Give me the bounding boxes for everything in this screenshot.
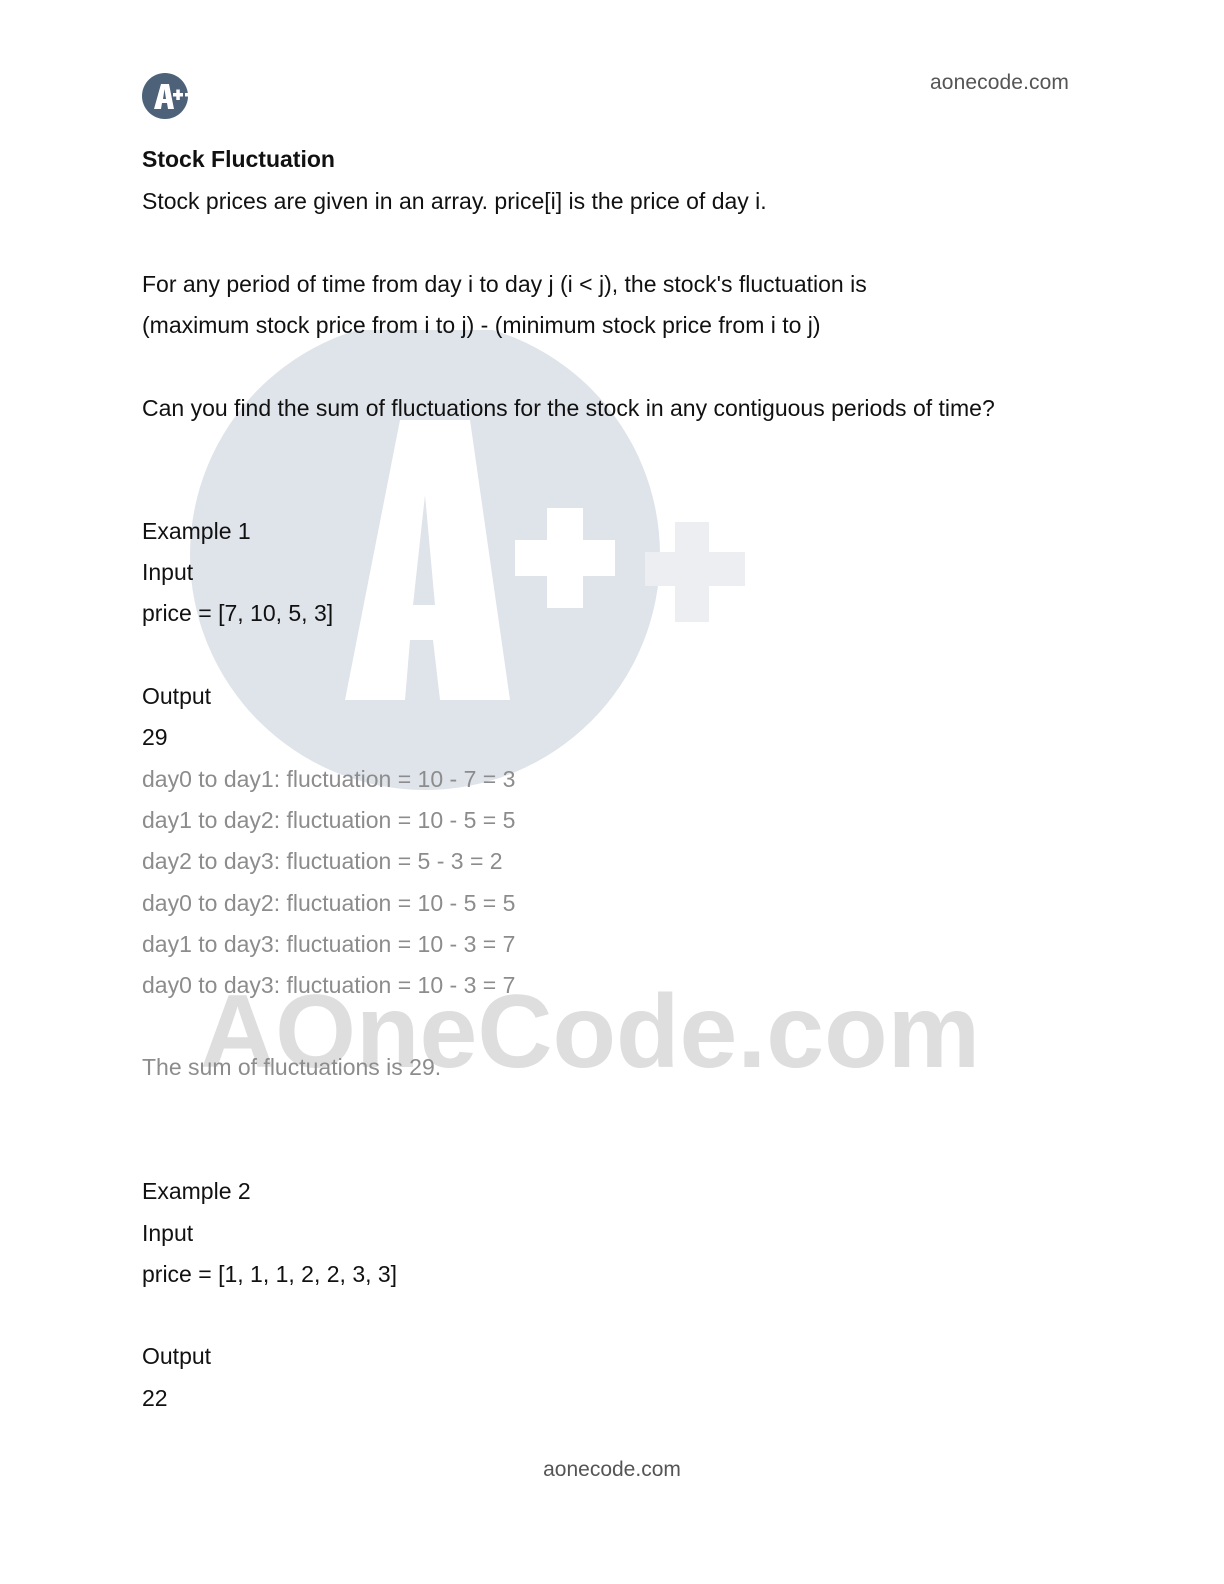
aonecode-logo-icon <box>142 73 195 119</box>
explanation-line: day1 to day3: fluctuation = 10 - 3 = 7 <box>142 931 516 957</box>
problem-intro: Stock prices are given in an array. pric… <box>142 188 767 214</box>
example-1-heading: Example 1 <box>142 518 251 544</box>
definition-line-1: For any period of time from day i to day… <box>142 271 867 297</box>
example-1-input-label: Input <box>142 559 194 585</box>
footer-site-name: aonecode.com <box>543 1458 681 1481</box>
example-1-input-value: price = [7, 10, 5, 3] <box>142 600 334 626</box>
explanation-line: day0 to day2: fluctuation = 10 - 5 = 5 <box>142 890 516 916</box>
example-2-input-value: price = [1, 1, 1, 2, 2, 3, 3] <box>142 1261 398 1287</box>
example-2-heading: Example 2 <box>142 1178 251 1204</box>
definition-line-2: (maximum stock price from i to j) - (min… <box>142 312 821 338</box>
example-1-output-label: Output <box>142 683 212 709</box>
example-2-input-label: Input <box>142 1220 194 1246</box>
document-page: AOneCode.com aonecode.com Stock Fluctuat… <box>0 0 1224 1584</box>
explanation-line: day0 to day1: fluctuation = 10 - 7 = 3 <box>142 766 516 792</box>
explanation-line: day2 to day3: fluctuation = 5 - 3 = 2 <box>142 848 503 874</box>
problem-title: Stock Fluctuation <box>142 146 335 172</box>
example-2-output-value: 22 <box>142 1385 168 1411</box>
explanation-line: day1 to day2: fluctuation = 10 - 5 = 5 <box>142 807 516 833</box>
problem-question: Can you find the sum of fluctuations for… <box>142 395 995 421</box>
header-site-name: aonecode.com <box>930 71 1069 94</box>
explanation-line: day0 to day3: fluctuation = 10 - 3 = 7 <box>142 972 516 998</box>
example-1-summary: The sum of fluctuations is 29. <box>142 1054 442 1080</box>
example-1-output-value: 29 <box>142 724 168 750</box>
example-2-output-label: Output <box>142 1343 212 1369</box>
